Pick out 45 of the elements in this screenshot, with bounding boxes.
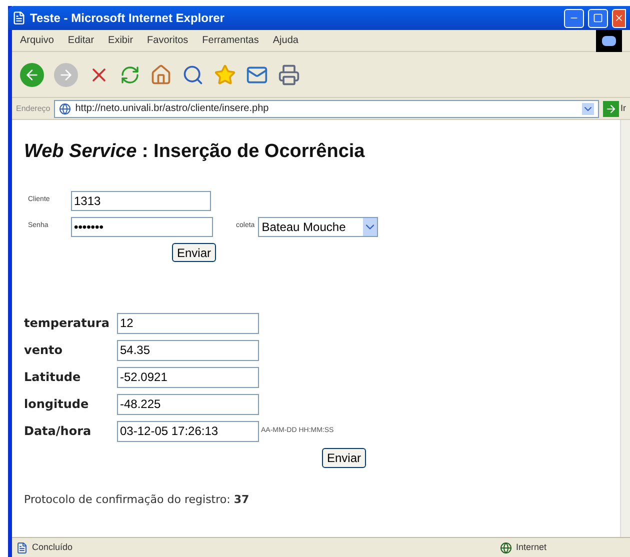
page-heading: Web Service : Inserção de Ocorrência [24,140,366,164]
home-icon[interactable] [150,64,172,86]
menu-item[interactable]: Exibir [108,33,134,48]
submit-button[interactable]: Enviar [322,448,366,468]
field-label: temperatura [24,315,110,332]
minimize-button[interactable] [564,8,584,28]
menu-item[interactable]: Editar [68,33,94,48]
field-label: Data/hora [24,423,92,440]
input-field[interactable]: 12 [117,312,259,334]
submit-button[interactable]: Enviar [172,242,216,262]
refresh-icon[interactable] [120,64,140,84]
back-button[interactable] [20,62,44,86]
star-icon[interactable] [214,64,236,86]
page-icon [16,542,28,554]
window-title: Teste - Microsoft Internet Explorer [30,10,226,27]
field-label: vento [24,342,64,359]
input-field[interactable]: 54.35 [117,340,259,360]
menu-item[interactable]: Favoritos [147,33,188,48]
maximize-button[interactable] [588,8,608,28]
menu-item[interactable]: Ajuda [272,33,298,48]
printer-icon[interactable] [278,64,300,86]
maximize-icon [593,13,603,23]
menu-item[interactable]: Arquivo [20,33,54,48]
input-field[interactable]: 1313 [71,190,211,210]
close-button[interactable] [612,8,626,28]
globe-icon [500,542,512,554]
globe-icon [59,102,72,114]
input-field[interactable]: 03-12-05 17:26:13 [117,420,259,442]
input-field[interactable]: -48.225 [117,394,259,414]
field-label: Latitude [24,369,82,386]
address-label: Endereço [16,102,50,114]
menu-item[interactable]: Ferramentas [202,33,259,48]
scrollbar[interactable] [620,120,630,537]
password-field[interactable]: ••••••• [71,216,213,236]
confirmation-text: Protocolo de confirmação do registro: 37 [24,492,250,508]
dropdown[interactable]: Bateau Mouche [258,216,378,236]
page-icon [12,11,26,25]
go-arrow-icon [604,102,616,114]
close-icon [614,13,624,23]
search-icon[interactable] [182,64,204,86]
zone-text: Internet [516,540,548,554]
status-text: Concluído [32,540,74,554]
field-label: longitude [24,396,90,413]
input-field[interactable]: -52.0921 [117,366,259,388]
address-field[interactable]: http://neto.univali.br/astro/cliente/insere.php [54,100,598,118]
